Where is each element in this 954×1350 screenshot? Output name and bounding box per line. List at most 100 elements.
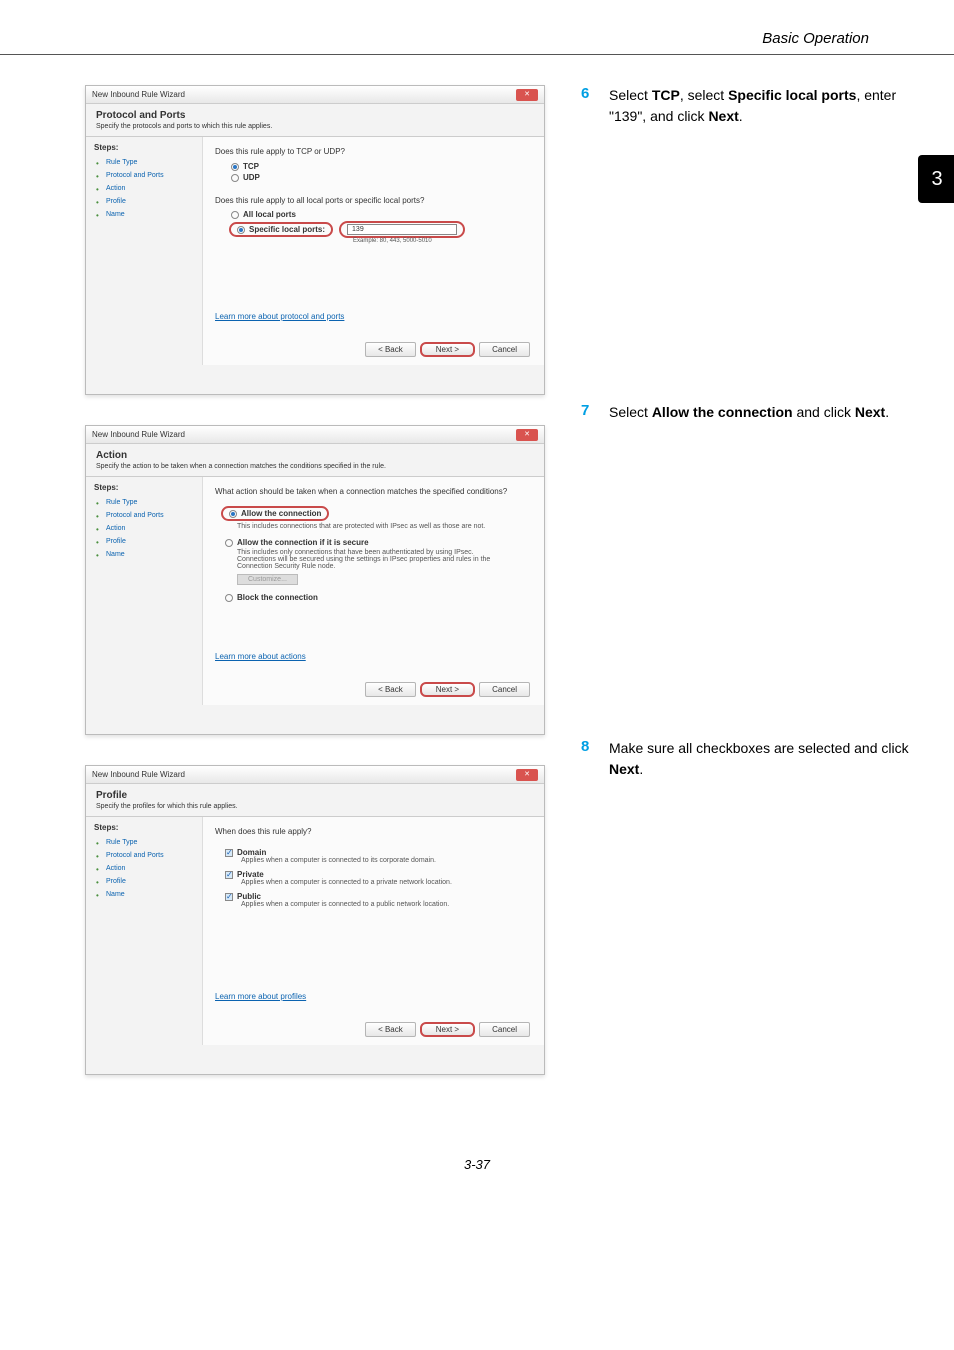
wizard-action: New Inbound Rule Wizard ✕ Action Specify …	[85, 425, 545, 735]
chk-private[interactable]	[225, 871, 233, 879]
radio-allow[interactable]	[229, 510, 237, 518]
learn-protocol-ports-link[interactable]: Learn more about protocol and ports	[215, 312, 344, 321]
q-tcp-udp: Does this rule apply to TCP or UDP?	[215, 147, 532, 156]
step-name[interactable]: Name	[94, 888, 194, 901]
text: Make sure all checkboxes are selected an…	[609, 740, 909, 756]
cancel-button[interactable]: Cancel	[479, 1022, 530, 1037]
q-profile: When does this rule apply?	[215, 827, 532, 836]
radio-udp[interactable]	[231, 174, 239, 182]
step-rule-type[interactable]: Rule Type	[94, 156, 194, 169]
window-titlebar: New Inbound Rule Wizard ✕	[86, 426, 544, 444]
close-icon[interactable]: ✕	[516, 89, 538, 101]
cancel-button[interactable]: Cancel	[479, 682, 530, 697]
page-footer: 3-37	[0, 1145, 954, 1184]
steps-label: Steps:	[94, 483, 194, 492]
wizard-steps-panel: Steps: Rule Type Protocol and Ports Acti…	[86, 137, 202, 365]
step-name[interactable]: Name	[94, 548, 194, 561]
close-icon[interactable]: ✕	[516, 769, 538, 781]
step-rule-type[interactable]: Rule Type	[94, 836, 194, 849]
instruction-step-7: 7 Select Allow the connection and click …	[581, 402, 909, 423]
private-desc: Applies when a computer is connected to …	[241, 879, 532, 886]
step-name[interactable]: Name	[94, 208, 194, 221]
learn-profiles-link[interactable]: Learn more about profiles	[215, 992, 306, 1001]
wizard-protocol-ports: New Inbound Rule Wizard ✕ Protocol and Po…	[85, 85, 545, 395]
instruction-step-8: 8 Make sure all checkboxes are selected …	[581, 738, 909, 780]
window-title-text: New Inbound Rule Wizard	[92, 430, 512, 439]
step-protocol-ports[interactable]: Protocol and Ports	[94, 509, 194, 522]
text-bold: Next	[855, 404, 885, 420]
window-titlebar: New Inbound Rule Wizard ✕	[86, 86, 544, 104]
port-example: Example: 80, 443, 5000-5010	[353, 238, 532, 244]
text-bold: TCP	[652, 87, 680, 103]
public-desc: Applies when a computer is connected to …	[241, 901, 532, 908]
back-button[interactable]: < Back	[365, 1022, 416, 1037]
page-header: Basic Operation	[0, 0, 954, 55]
text-bold: Next	[609, 761, 639, 777]
highlight-specific-ports: Specific local ports:	[229, 222, 333, 237]
next-button[interactable]: Next >	[420, 342, 475, 357]
step-action[interactable]: Action	[94, 862, 194, 875]
window-title-text: New Inbound Rule Wizard	[92, 770, 512, 779]
step-number: 7	[581, 402, 609, 423]
step-protocol-ports[interactable]: Protocol and Ports	[94, 849, 194, 862]
port-input[interactable]: 139	[347, 224, 457, 235]
tcp-label: TCP	[243, 162, 259, 171]
header-title: Basic Operation	[762, 30, 869, 47]
chk-public[interactable]	[225, 893, 233, 901]
chk-domain[interactable]	[225, 849, 233, 857]
allow-label: Allow the connection	[241, 509, 321, 518]
q-action: What action should be taken when a conne…	[215, 487, 532, 496]
radio-all-ports[interactable]	[231, 211, 239, 219]
domain-label: Domain	[237, 848, 266, 857]
step-action[interactable]: Action	[94, 182, 194, 195]
wizard-heading: Action	[86, 444, 544, 461]
close-icon[interactable]: ✕	[516, 429, 538, 441]
wizard-profile: New Inbound Rule Wizard✕ Profile Specify…	[85, 765, 545, 1075]
window-title-text: New Inbound Rule Wizard	[92, 90, 512, 99]
step-action[interactable]: Action	[94, 522, 194, 535]
back-button[interactable]: < Back	[365, 682, 416, 697]
instruction-step-6: 6 Select TCP, select Specific local port…	[581, 85, 909, 127]
text-bold: Next	[708, 108, 738, 124]
next-button[interactable]: Next >	[420, 1022, 475, 1037]
wizard-subheading: Specify the protocols and ports to which…	[86, 121, 544, 137]
text-bold: Allow the connection	[652, 404, 793, 420]
wizard-heading: Profile	[86, 784, 544, 801]
highlight-port-input: 139	[339, 221, 465, 238]
step-number: 8	[581, 738, 609, 780]
text: , select	[680, 87, 728, 103]
customize-button: Customize...	[237, 574, 298, 585]
allow-secure-label: Allow the connection if it is secure	[237, 538, 369, 547]
public-label: Public	[237, 892, 261, 901]
cancel-button[interactable]: Cancel	[479, 342, 530, 357]
text: and click	[793, 404, 855, 420]
steps-label: Steps:	[94, 143, 194, 152]
next-button[interactable]: Next >	[420, 682, 475, 697]
steps-label: Steps:	[94, 823, 194, 832]
wizard-subheading: Specify the action to be taken when a co…	[86, 461, 544, 477]
step-profile[interactable]: Profile	[94, 535, 194, 548]
text: Select	[609, 87, 652, 103]
step-protocol-ports[interactable]: Protocol and Ports	[94, 169, 194, 182]
radio-block[interactable]	[225, 594, 233, 602]
all-ports-label: All local ports	[243, 210, 296, 219]
text: .	[739, 108, 743, 124]
text: .	[885, 404, 889, 420]
text: .	[639, 761, 643, 777]
radio-allow-secure[interactable]	[225, 539, 233, 547]
radio-tcp[interactable]	[231, 163, 239, 171]
window-titlebar: New Inbound Rule Wizard ✕	[86, 766, 544, 784]
wizard-steps-panel: Steps: Rule Type Protocol and Ports Acti…	[86, 477, 202, 705]
allow-desc: This includes connections that are prote…	[237, 523, 532, 530]
step-profile[interactable]: Profile	[94, 195, 194, 208]
radio-specific-ports[interactable]	[237, 226, 245, 234]
highlight-allow: Allow the connection	[221, 506, 329, 521]
specific-ports-label: Specific local ports:	[249, 225, 325, 234]
learn-actions-link[interactable]: Learn more about actions	[215, 652, 306, 661]
step-number: 6	[581, 85, 609, 127]
q-ports: Does this rule apply to all local ports …	[215, 196, 532, 205]
step-rule-type[interactable]: Rule Type	[94, 496, 194, 509]
back-button[interactable]: < Back	[365, 342, 416, 357]
wizard-steps-panel: Steps: Rule Type Protocol and Ports Acti…	[86, 817, 202, 1045]
step-profile[interactable]: Profile	[94, 875, 194, 888]
